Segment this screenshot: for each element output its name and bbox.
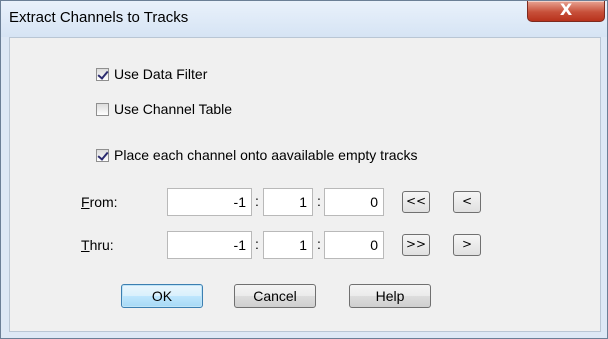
from-label: From:: [81, 194, 118, 210]
thru-beat-input[interactable]: 1: [263, 231, 313, 259]
from-label-hotkey: F: [81, 194, 90, 210]
thru-bar-input[interactable]: -1: [167, 231, 252, 259]
use-data-filter-label: Use Data Filter: [114, 66, 208, 82]
thru-label: Thru:: [81, 237, 114, 253]
help-button[interactable]: Help: [349, 284, 431, 308]
use-channel-table-checkbox[interactable]: [96, 102, 109, 116]
from-tick-input[interactable]: 0: [324, 188, 384, 216]
dialog-title: Extract Channels to Tracks: [9, 9, 189, 26]
dialog-body: Use Data Filter Use Channel Table Place …: [9, 37, 601, 332]
from-prev-button[interactable]: <: [453, 191, 481, 213]
place-each-channel-checkbox[interactable]: [96, 148, 109, 162]
thru-colon-2: :: [317, 236, 321, 252]
close-button[interactable]: X: [527, 0, 605, 22]
cancel-button[interactable]: Cancel: [234, 284, 316, 308]
from-colon-2: :: [317, 193, 321, 209]
use-channel-table-label: Use Channel Table: [114, 101, 233, 117]
from-first-button[interactable]: <<: [402, 191, 430, 213]
use-channel-table-option[interactable]: Use Channel Table: [96, 99, 232, 119]
from-bar-input[interactable]: -1: [167, 188, 252, 216]
thru-last-button[interactable]: >>: [402, 234, 430, 256]
from-colon-1: :: [255, 193, 259, 209]
use-data-filter-checkbox[interactable]: [96, 67, 109, 81]
from-label-text: rom:: [89, 194, 118, 210]
thru-tick-input[interactable]: 0: [324, 231, 384, 259]
thru-label-hotkey: T: [81, 237, 90, 253]
from-beat-input[interactable]: 1: [263, 188, 313, 216]
place-each-channel-option[interactable]: Place each channel onto aavailable empty…: [96, 145, 418, 165]
ok-button[interactable]: OK: [121, 284, 203, 308]
place-each-channel-label: Place each channel onto aavailable empty…: [114, 147, 418, 163]
close-icon: X: [559, 0, 573, 19]
thru-next-button[interactable]: >: [453, 234, 481, 256]
thru-label-text: hru:: [89, 237, 114, 253]
title-bar[interactable]: Extract Channels to Tracks X: [1, 0, 607, 37]
thru-colon-1: :: [255, 236, 259, 252]
dialog-window: Extract Channels to Tracks X Use Data Fi…: [0, 0, 608, 339]
use-data-filter-option[interactable]: Use Data Filter: [96, 64, 207, 84]
